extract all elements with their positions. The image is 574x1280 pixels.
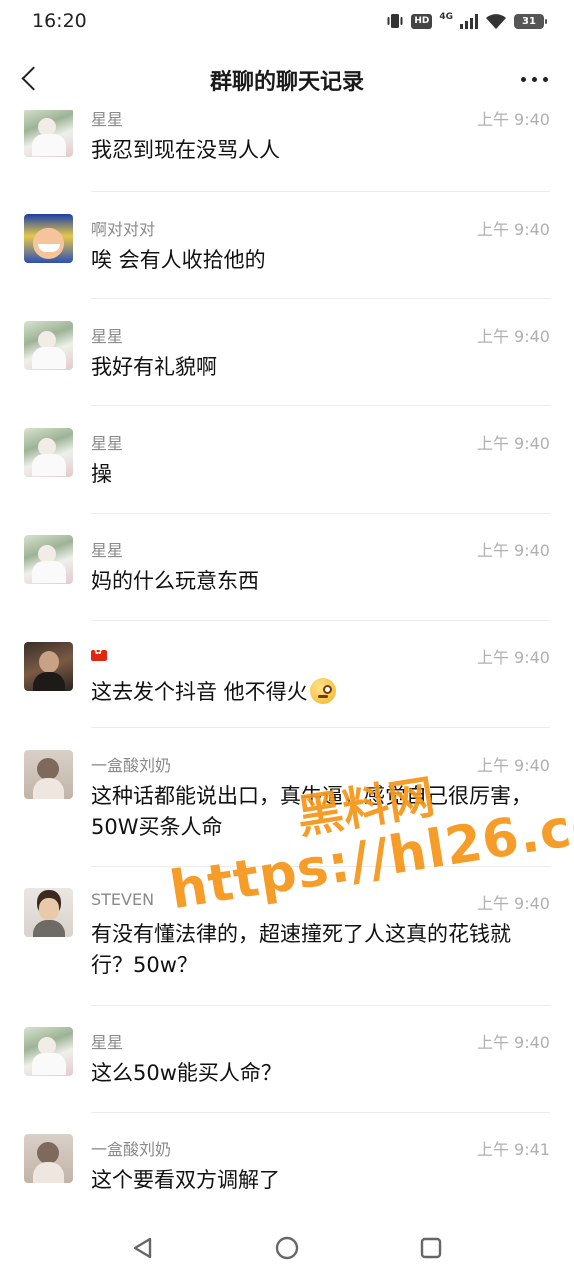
message-text: 我忍到现在没骂人人 — [91, 138, 280, 162]
message-item[interactable]: 星星 上午 9:40 我忍到现在没骂人人 — [0, 110, 574, 202]
message-text: 这么50w能买人命？ — [91, 1061, 282, 1085]
message-item[interactable]: 一盒酸刘奶 上午 9:41 这个要看双方调解了 — [0, 1134, 574, 1220]
message-item[interactable]: 星星 上午 9:40 妈的什么玩意东西 — [0, 535, 574, 631]
divider — [91, 620, 550, 621]
status-bar: 16:20 HD 4G 31 — [0, 0, 574, 44]
divider — [91, 191, 550, 192]
message-item[interactable]: 啊对对对 上午 9:40 唉 会有人收拾他的 — [0, 214, 574, 310]
divider — [91, 727, 550, 728]
more-button[interactable] — [518, 69, 550, 89]
sender-name: 一盒酸刘奶 — [91, 756, 172, 775]
nav-recent-square-icon[interactable] — [419, 1236, 443, 1260]
header: 群聊的聊天记录 — [0, 48, 574, 110]
avatar[interactable] — [24, 535, 73, 584]
message-text: 妈的什么玩意东西 — [91, 569, 259, 593]
hong-kong-flag-icon — [91, 646, 107, 661]
wifi-icon — [486, 13, 506, 29]
divider — [91, 866, 550, 867]
message-item[interactable]: 星星 上午 9:40 操 — [0, 428, 574, 524]
sender-name: 啊对对对 — [91, 220, 156, 239]
avatar[interactable] — [24, 1027, 73, 1076]
signal-icon — [460, 13, 478, 29]
chat-record-list[interactable]: 星星 上午 9:40 我忍到现在没骂人人 啊对对对 上午 9:40 唉 会有人收… — [0, 110, 574, 1220]
avatar[interactable] — [24, 750, 73, 799]
message-item[interactable]: 一盒酸刘奶 上午 9:40 这种话都能说出口，真牛逼，感觉自己很厉害，50W买条… — [0, 750, 574, 878]
monocle-face-icon — [309, 678, 336, 704]
network-type: 4G — [439, 12, 453, 22]
message-text: 我好有礼貌啊 — [91, 355, 217, 379]
avatar[interactable] — [24, 214, 73, 263]
message-time: 上午 9:40 — [476, 894, 550, 913]
avatar[interactable] — [24, 321, 73, 370]
avatar[interactable] — [24, 110, 73, 157]
message-time: 上午 9:41 — [476, 1140, 550, 1159]
sender-name: 星星 — [91, 541, 124, 560]
message-time: 上午 9:40 — [476, 648, 550, 667]
avatar[interactable] — [24, 642, 73, 691]
message-item[interactable]: STEVEN 上午 9:40 有没有懂法律的，超速撞死了人这真的花钱就行？50w… — [0, 888, 574, 1016]
sender-name: 星星 — [91, 327, 124, 346]
status-icons: HD 4G 31 — [386, 12, 547, 30]
status-time: 16:20 — [32, 10, 87, 32]
message-text: 这种话都能说出口，真牛逼，感觉自己很厉害，50W买条人命 — [91, 784, 532, 839]
message-text: 有没有懂法律的，超速撞死了人这真的花钱就行？50w？ — [91, 922, 511, 977]
sender-name: 星星 — [91, 110, 124, 129]
divider — [91, 405, 550, 406]
message-text: 操 — [91, 462, 112, 486]
message-time: 上午 9:40 — [476, 220, 550, 239]
message-item[interactable]: 上午 9:40 这去发个抖音 他不得火 — [0, 642, 574, 738]
message-time: 上午 9:40 — [476, 756, 550, 775]
avatar[interactable] — [24, 888, 73, 937]
sender-name: 星星 — [91, 434, 124, 453]
nav-back-triangle-icon[interactable] — [131, 1236, 155, 1260]
sender-name: 星星 — [91, 1033, 124, 1052]
vibrate-icon — [387, 14, 403, 28]
nav-home-circle-icon[interactable] — [275, 1236, 299, 1260]
message-time: 上午 9:40 — [476, 110, 550, 129]
avatar[interactable] — [24, 1134, 73, 1183]
message-time: 上午 9:40 — [476, 1033, 550, 1052]
page-title: 群聊的聊天记录 — [209, 70, 364, 95]
divider — [91, 298, 550, 299]
divider — [91, 1005, 550, 1006]
sender-name: STEVEN — [91, 890, 155, 909]
system-nav-bar — [0, 1220, 574, 1280]
message-time: 上午 9:40 — [476, 434, 550, 453]
battery-icon: 31 — [514, 13, 547, 29]
sender-name — [91, 644, 107, 663]
hd-icon: HD — [411, 13, 433, 29]
avatar[interactable] — [24, 428, 73, 477]
message-text: 这个要看双方调解了 — [91, 1168, 280, 1192]
sender-name: 一盒酸刘奶 — [91, 1140, 172, 1159]
message-text: 唉 会有人收拾他的 — [91, 248, 266, 272]
message-item[interactable]: 星星 上午 9:40 我好有礼貌啊 — [0, 321, 574, 417]
message-text: 这去发个抖音 他不得火 — [91, 673, 549, 708]
message-time: 上午 9:40 — [476, 541, 550, 560]
message-time: 上午 9:40 — [476, 327, 550, 346]
divider — [91, 513, 550, 514]
divider — [91, 1112, 550, 1113]
more-dots-icon — [520, 76, 526, 82]
message-item[interactable]: 星星 上午 9:40 这么50w能买人命？ — [0, 1027, 574, 1123]
